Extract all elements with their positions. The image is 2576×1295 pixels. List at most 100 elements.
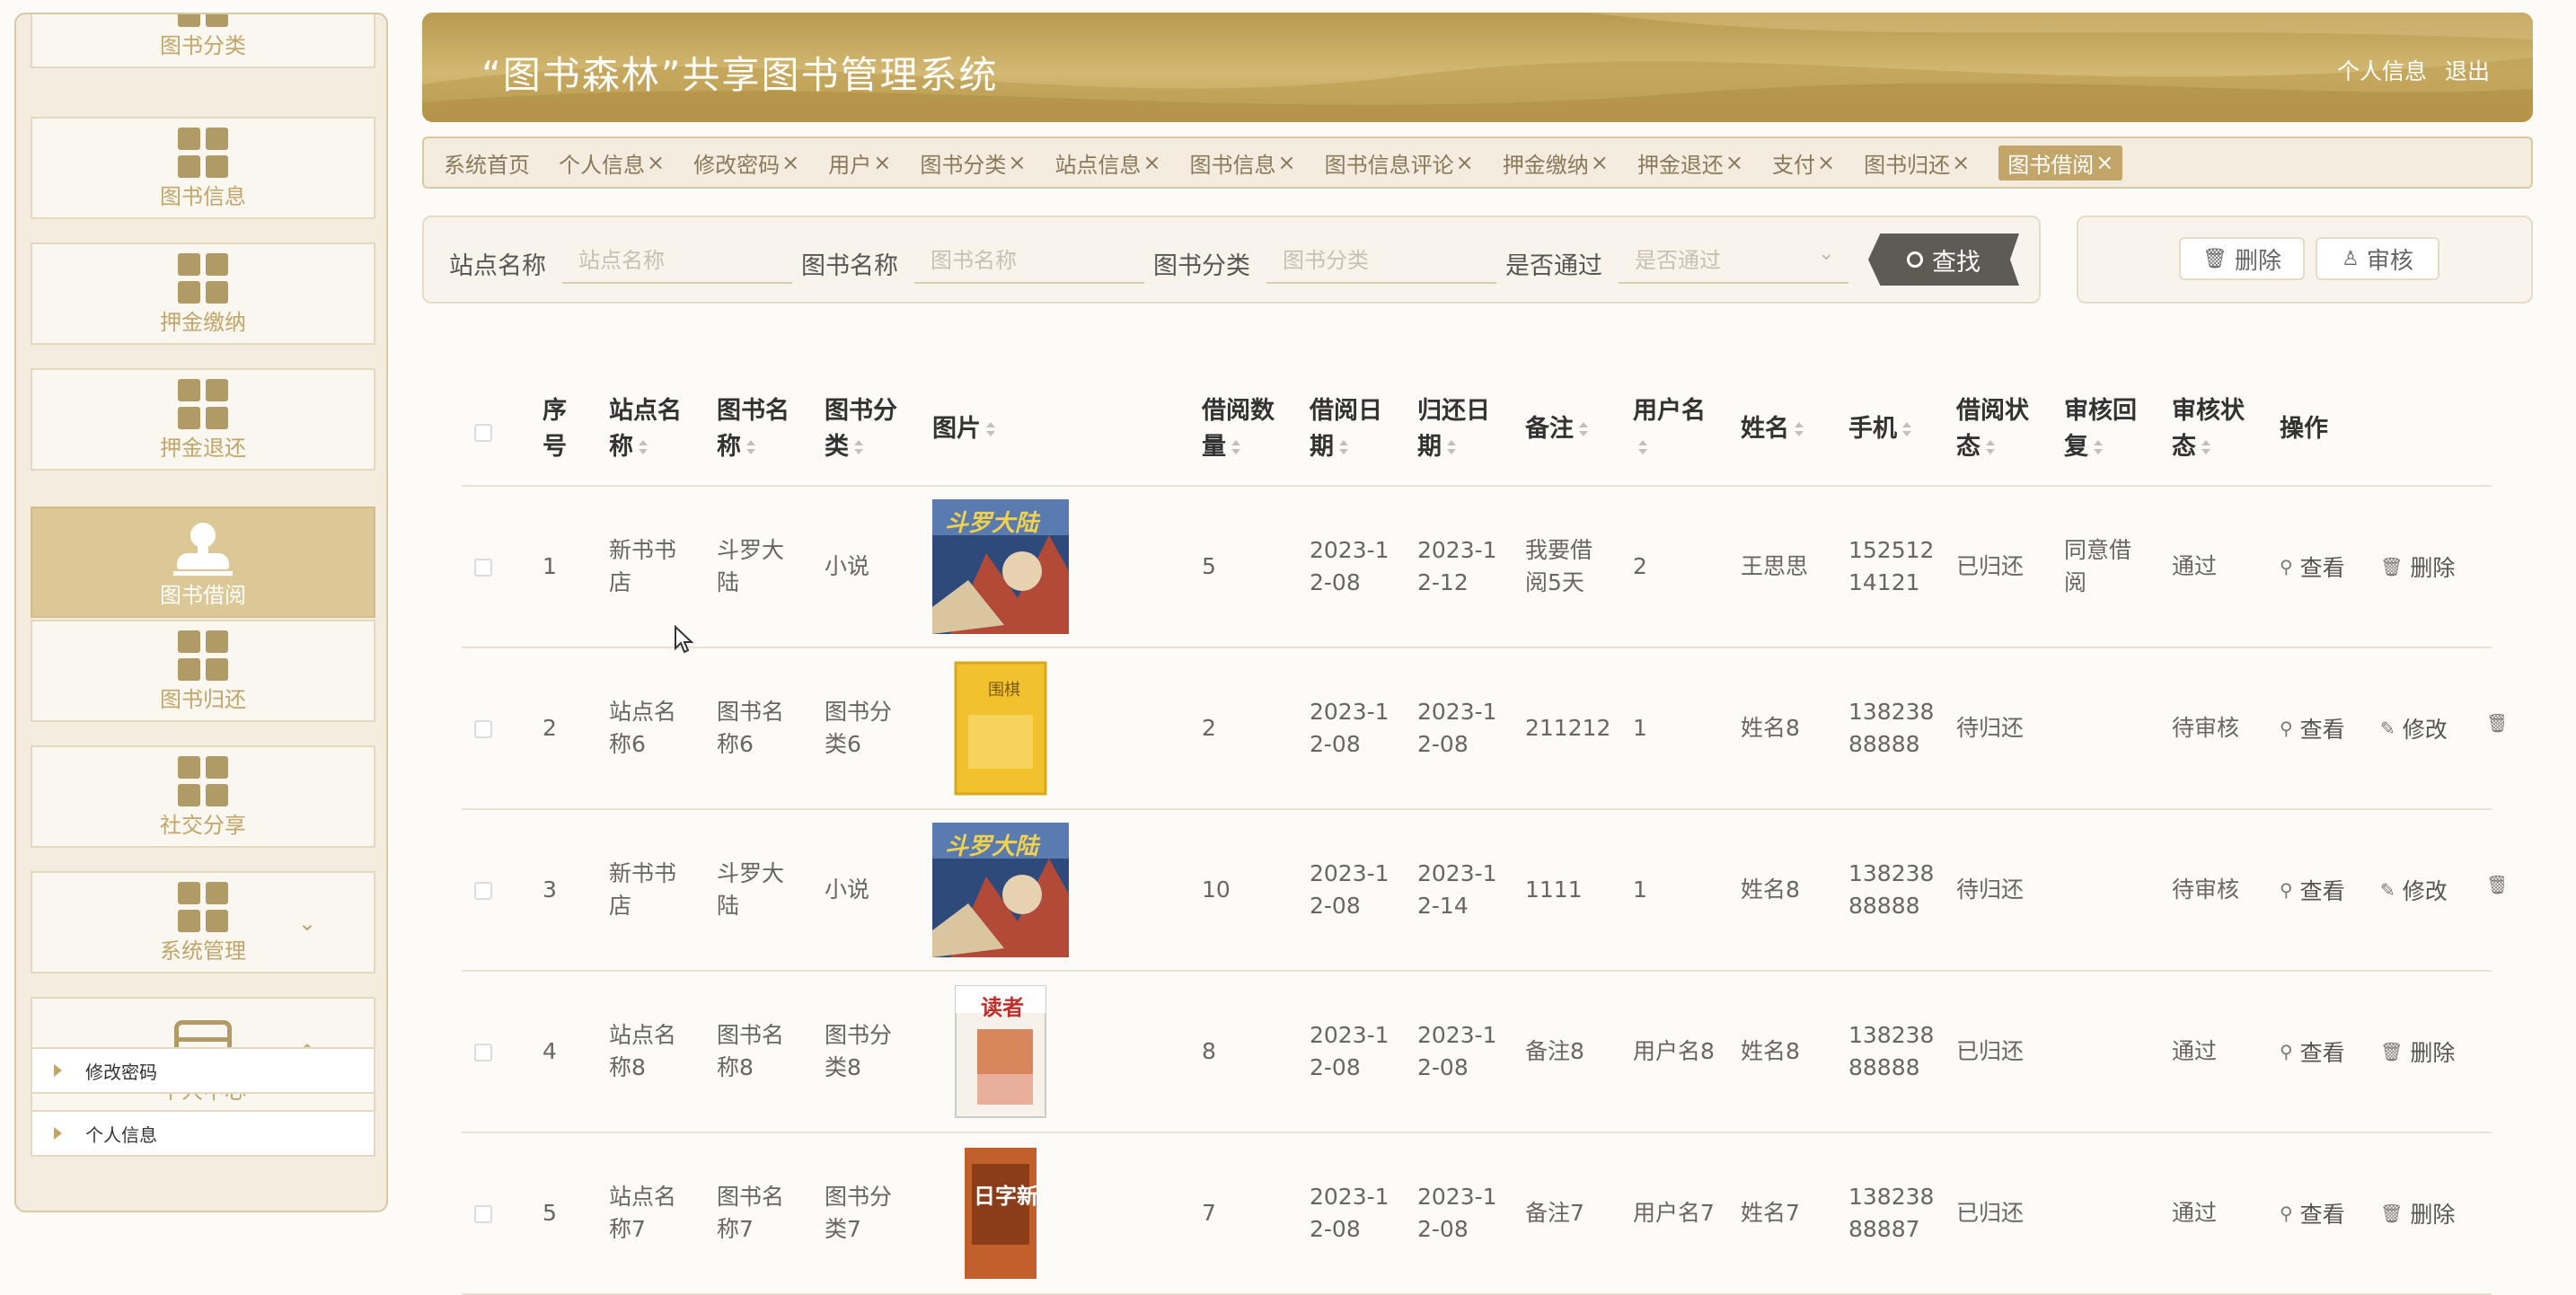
cell-phone: 138238 88888 <box>1848 1019 1934 1084</box>
delete-button[interactable]: 🗑 删除 <box>2380 551 2455 583</box>
edit-button[interactable]: ✎ 修改 <box>2380 712 2448 744</box>
logout-link[interactable]: 退出 <box>2445 58 2490 84</box>
table-row: 5 站点名 称7 图书名 称7 图书分 类7 日字新 7 2023-1 2-08 2023-1 2-08… <box>462 1133 2492 1295</box>
sidebar-item-2[interactable]: 押金缴纳 <box>31 242 375 345</box>
sidebar-item-1[interactable]: 图书信息 <box>31 117 375 219</box>
sidebar-item-0[interactable]: 图书分类 <box>31 14 375 68</box>
sidebar-item-6[interactable]: 社交分享 <box>31 745 375 848</box>
tab-5[interactable]: 站点信息 × <box>1054 147 1160 179</box>
close-icon[interactable]: × <box>873 150 891 175</box>
sort-icon[interactable] <box>1339 439 1348 456</box>
delete-button[interactable]: 🗑 删除 <box>2380 1035 2455 1068</box>
book-input[interactable] <box>914 239 1144 284</box>
sidebar-item-5[interactable]: 图书归还 <box>31 620 375 722</box>
tab-10[interactable]: 支付 × <box>1772 147 1835 179</box>
column-header-review-reply[interactable]: 审核回复 <box>2064 393 2137 465</box>
row-checkbox[interactable] <box>474 1205 492 1223</box>
review-button[interactable]: ♙ 审核 <box>2316 237 2439 280</box>
caret-right-icon <box>54 1064 62 1077</box>
column-header-username[interactable]: 用户名 <box>1633 393 1706 465</box>
view-button[interactable]: ⚲ 查看 <box>2280 551 2345 583</box>
row-checkbox[interactable] <box>474 559 492 577</box>
column-header-name[interactable]: 姓名 <box>1741 411 1804 447</box>
sort-icon[interactable] <box>2201 439 2210 456</box>
search-button[interactable]: 查找 <box>1868 233 2019 286</box>
close-icon[interactable]: × <box>1591 150 1609 175</box>
sort-icon[interactable] <box>1447 439 1456 456</box>
tab-2[interactable]: 修改密码 × <box>693 147 799 179</box>
sidebar-item-4[interactable]: 图书借阅 <box>31 507 375 618</box>
close-icon[interactable]: × <box>1008 150 1026 175</box>
bulk-delete-button[interactable]: 🗑 删除 <box>2179 237 2305 280</box>
tab-8[interactable]: 押金缴纳 × <box>1503 147 1609 179</box>
column-header-phone[interactable]: 手机 <box>1848 411 1911 447</box>
delete-button[interactable]: 🗑 <box>2486 874 2504 895</box>
close-icon[interactable]: × <box>1278 150 1296 175</box>
column-header-borrow-date[interactable]: 借阅日期 <box>1310 393 1382 465</box>
sort-icon[interactable] <box>1795 421 1804 438</box>
approved-select[interactable] <box>1619 239 1848 284</box>
tab-4[interactable]: 图书分类 × <box>920 147 1026 179</box>
close-icon[interactable]: × <box>1952 150 1970 175</box>
sidebar-subitem-1[interactable]: 个人信息 <box>31 1110 375 1157</box>
table-row: 3 新书书店斗罗大陆小说 斗罗大陆 10 2023-1 2-08 2023-1 2-14 111… <box>462 810 2504 972</box>
sort-icon[interactable] <box>2094 439 2103 456</box>
column-header-qty[interactable]: 借阅数量 <box>1202 393 1275 465</box>
column-header-category[interactable]: 图书分类 <box>825 393 897 465</box>
cell-borrow-status: 已归还 <box>1956 1038 2025 1064</box>
close-icon[interactable]: × <box>1725 150 1743 175</box>
grid-icon <box>178 882 228 932</box>
profile-link[interactable]: 个人信息 <box>2337 58 2427 84</box>
tab-9[interactable]: 押金退还 × <box>1637 147 1743 179</box>
tab-0[interactable]: 系统首页 <box>444 147 530 179</box>
tab-11[interactable]: 图书归还 × <box>1864 147 1970 179</box>
station-input[interactable] <box>562 239 792 284</box>
column-header-remark[interactable]: 备注 <box>1525 411 1588 447</box>
tab-12[interactable]: 图书借阅 × <box>1998 145 2123 181</box>
sort-icon[interactable] <box>1986 439 1995 456</box>
row-checkbox[interactable] <box>474 1044 492 1062</box>
sidebar-item-7[interactable]: 系统管理 ⌄ <box>31 871 375 973</box>
sort-icon[interactable] <box>986 421 995 438</box>
sort-icon[interactable] <box>1638 439 1647 456</box>
sort-icon[interactable] <box>639 439 648 456</box>
book-cover-title: 日字新 <box>974 1184 1038 1209</box>
chevron-down-icon[interactable]: ⌄ <box>298 911 316 936</box>
sidebar-subitem-0[interactable]: 修改密码 <box>31 1047 375 1094</box>
tab-3[interactable]: 用户 × <box>828 147 891 179</box>
sidebar-item-3[interactable]: 押金退还 <box>31 368 375 471</box>
close-icon[interactable]: × <box>781 150 799 175</box>
column-header-book[interactable]: 图书名称 <box>717 393 790 465</box>
column-header-station[interactable]: 站点名称 <box>609 393 682 465</box>
view-button[interactable]: ⚲ 查看 <box>2280 1197 2345 1229</box>
view-button[interactable]: ⚲ 查看 <box>2280 1035 2345 1068</box>
sort-icon[interactable] <box>1902 421 1911 438</box>
tab-1[interactable]: 个人信息 × <box>559 147 665 179</box>
close-icon[interactable]: × <box>1817 150 1835 175</box>
column-header-borrow-status[interactable]: 借阅状态 <box>1956 393 2029 465</box>
view-button[interactable]: ⚲ 查看 <box>2280 874 2345 906</box>
sort-icon[interactable] <box>746 439 755 456</box>
view-button[interactable]: ⚲ 查看 <box>2280 712 2345 744</box>
category-input[interactable] <box>1266 239 1496 284</box>
sort-icon[interactable] <box>854 439 863 456</box>
delete-button[interactable]: 🗑 删除 <box>2380 1197 2455 1229</box>
tab-7[interactable]: 图书信息评论 × <box>1325 147 1474 179</box>
cell-category: 图书分 类8 <box>825 1019 892 1084</box>
select-all-checkbox[interactable] <box>474 424 492 442</box>
edit-button[interactable]: ✎ 修改 <box>2380 874 2448 906</box>
delete-button[interactable]: 🗑 <box>2486 712 2504 734</box>
tab-6[interactable]: 图书信息 × <box>1190 147 1296 179</box>
row-checkbox[interactable] <box>474 720 492 738</box>
column-header-return-date[interactable]: 归还日期 <box>1417 393 1490 465</box>
chevron-down-icon[interactable]: ⌄ <box>1818 242 1834 265</box>
column-header-review-status[interactable]: 审核状态 <box>2172 393 2245 465</box>
close-icon[interactable]: × <box>2095 150 2113 175</box>
column-header-image[interactable]: 图片 <box>932 411 995 447</box>
close-icon[interactable]: × <box>1142 150 1160 175</box>
sort-icon[interactable] <box>1231 439 1240 456</box>
row-checkbox[interactable] <box>474 882 492 900</box>
close-icon[interactable]: × <box>647 150 665 175</box>
close-icon[interactable]: × <box>1456 150 1474 175</box>
sort-icon[interactable] <box>1579 421 1588 438</box>
